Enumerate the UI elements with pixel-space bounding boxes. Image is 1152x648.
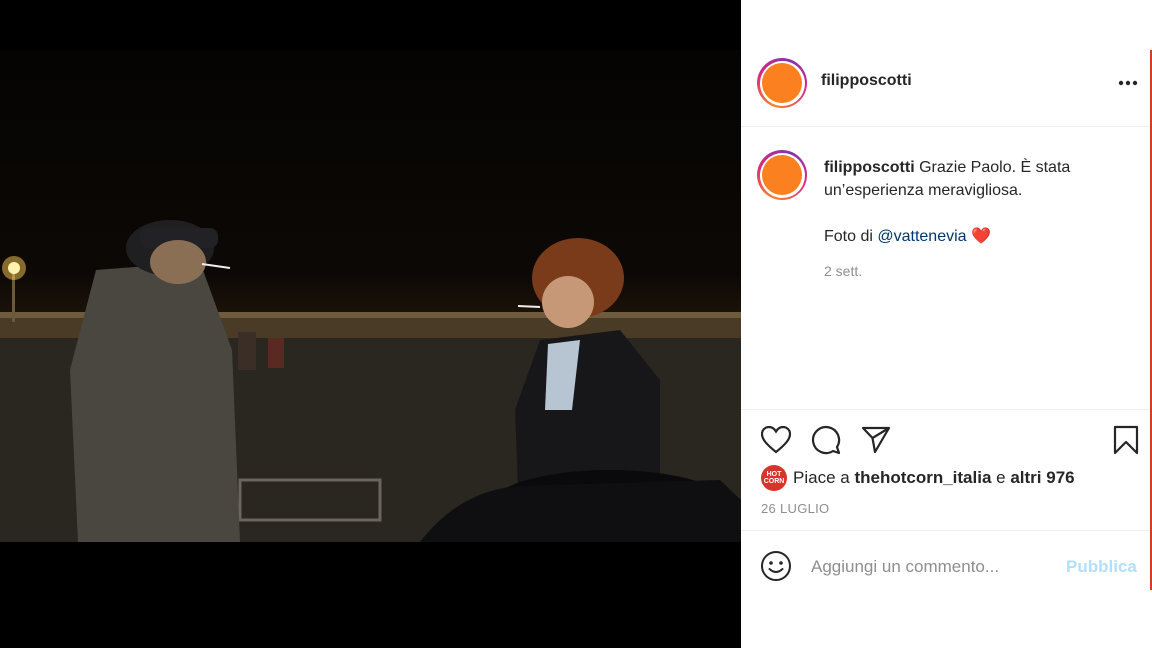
liker-username[interactable]: thehotcorn_italia <box>854 468 991 488</box>
comment-button[interactable] <box>808 422 844 458</box>
post-panel: filipposcotti filipposcotti Grazie Paolo… <box>741 0 1152 648</box>
more-icon <box>1118 80 1138 86</box>
like-button[interactable] <box>758 422 794 458</box>
caption: filipposcotti Grazie Paolo. È stata un’e… <box>824 156 1124 248</box>
likes-middle: e <box>996 468 1006 487</box>
post-header: filipposcotti <box>741 50 1150 127</box>
action-bar <box>741 422 1150 462</box>
time-ago[interactable]: 2 sett. <box>824 263 862 279</box>
caption-area: filipposcotti Grazie Paolo. È stata un’e… <box>741 128 1150 410</box>
top-strip <box>741 0 1152 50</box>
comment-bar: Pubblica <box>741 530 1150 590</box>
profile-avatar[interactable] <box>757 58 807 108</box>
save-button[interactable] <box>1108 422 1144 458</box>
likes-line: HOT CORN Piace a thehotcorn_italia e alt… <box>761 465 1075 491</box>
comment-icon <box>812 426 841 455</box>
username[interactable]: filipposcotti <box>821 72 912 90</box>
post-date[interactable]: 26 LUGLIO <box>761 501 829 516</box>
bottom-strip <box>741 590 1152 648</box>
likes-prefix: Piace a <box>793 468 850 487</box>
publish-button[interactable]: Pubblica <box>1066 557 1137 577</box>
caption-avatar[interactable] <box>757 150 807 200</box>
bookmark-icon <box>1113 425 1139 455</box>
post-photo[interactable] <box>0 50 741 542</box>
emoji-button[interactable] <box>759 549 793 583</box>
likes-others[interactable]: altri 976 <box>1010 468 1074 488</box>
heart-emoji: ❤️ <box>971 228 991 245</box>
share-button[interactable] <box>858 422 894 458</box>
caption-username[interactable]: filipposcotti <box>824 159 915 176</box>
share-icon <box>861 426 891 454</box>
photo-pane <box>0 0 741 648</box>
photo-scene <box>0 220 741 542</box>
liker-avatar[interactable]: HOT CORN <box>761 465 787 491</box>
emoji-icon <box>761 551 791 581</box>
mention-link[interactable]: @vattenevia <box>877 228 966 245</box>
comment-input[interactable] <box>811 553 1061 581</box>
heart-icon <box>761 426 791 454</box>
more-options-button[interactable] <box>1113 68 1143 98</box>
photo-credit-prefix: Foto di <box>824 228 878 245</box>
